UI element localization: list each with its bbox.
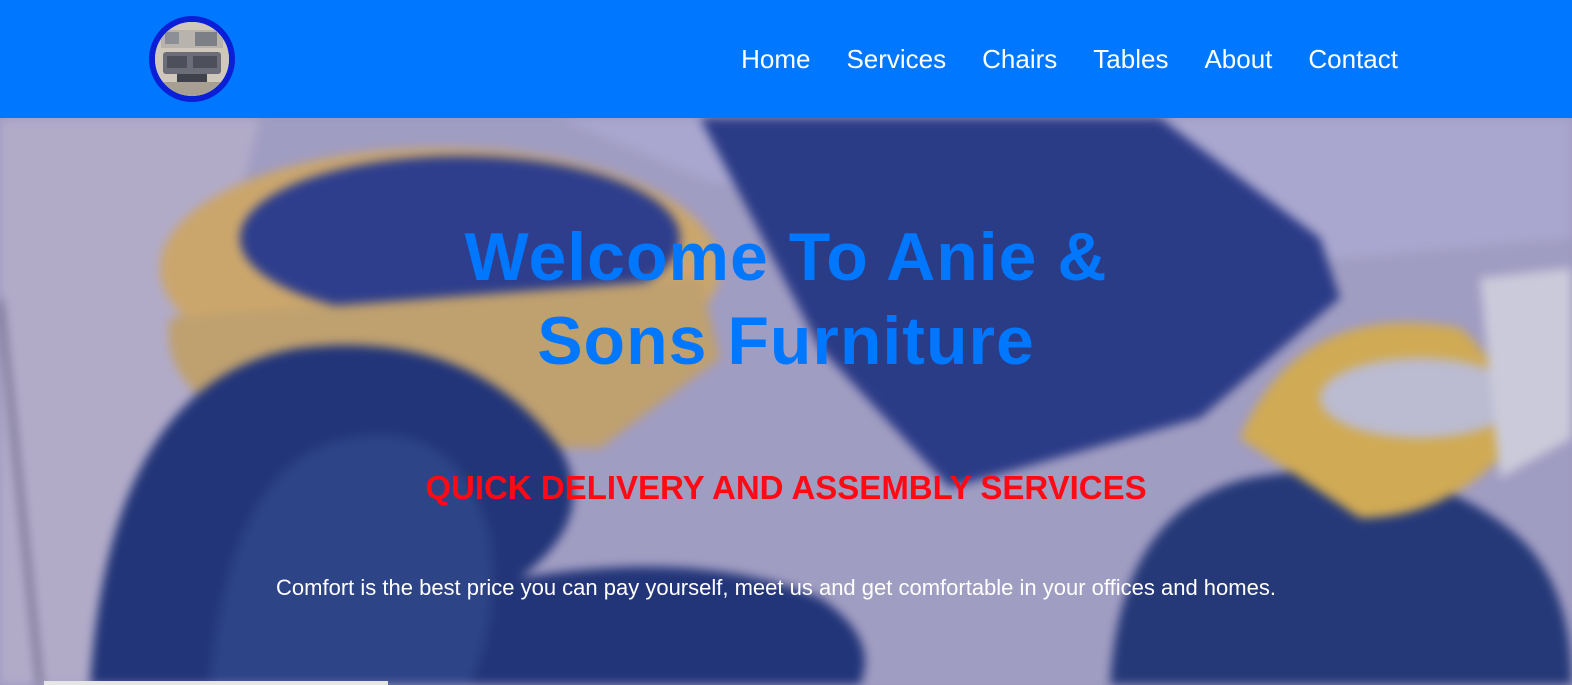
horizontal-scrollbar[interactable] <box>44 681 388 685</box>
nav-home[interactable]: Home <box>741 39 810 79</box>
hero-title: Welcome To Anie & Sons Furniture <box>0 215 1572 383</box>
nav-services[interactable]: Services <box>846 39 946 79</box>
navbar: Home Services Chairs Tables About Contac… <box>0 0 1572 118</box>
hero-title-line-2: Sons Furniture <box>537 303 1035 379</box>
hero-section: Welcome To Anie & Sons Furniture QUICK D… <box>0 118 1572 685</box>
hero-tagline: Comfort is the best price you can pay yo… <box>276 575 1276 600</box>
hero-title-line-1: Welcome To Anie & <box>464 219 1108 295</box>
hero-subtitle: QUICK DELIVERY AND ASSEMBLY SERVICES <box>425 469 1147 506</box>
nav-tables[interactable]: Tables <box>1093 39 1168 79</box>
sofa-logo-icon <box>155 22 229 96</box>
nav-about[interactable]: About <box>1204 39 1272 79</box>
logo-image[interactable] <box>149 16 235 102</box>
main-nav: Home Services Chairs Tables About Contac… <box>741 39 1398 79</box>
nav-contact[interactable]: Contact <box>1308 39 1398 79</box>
nav-chairs[interactable]: Chairs <box>982 39 1057 79</box>
